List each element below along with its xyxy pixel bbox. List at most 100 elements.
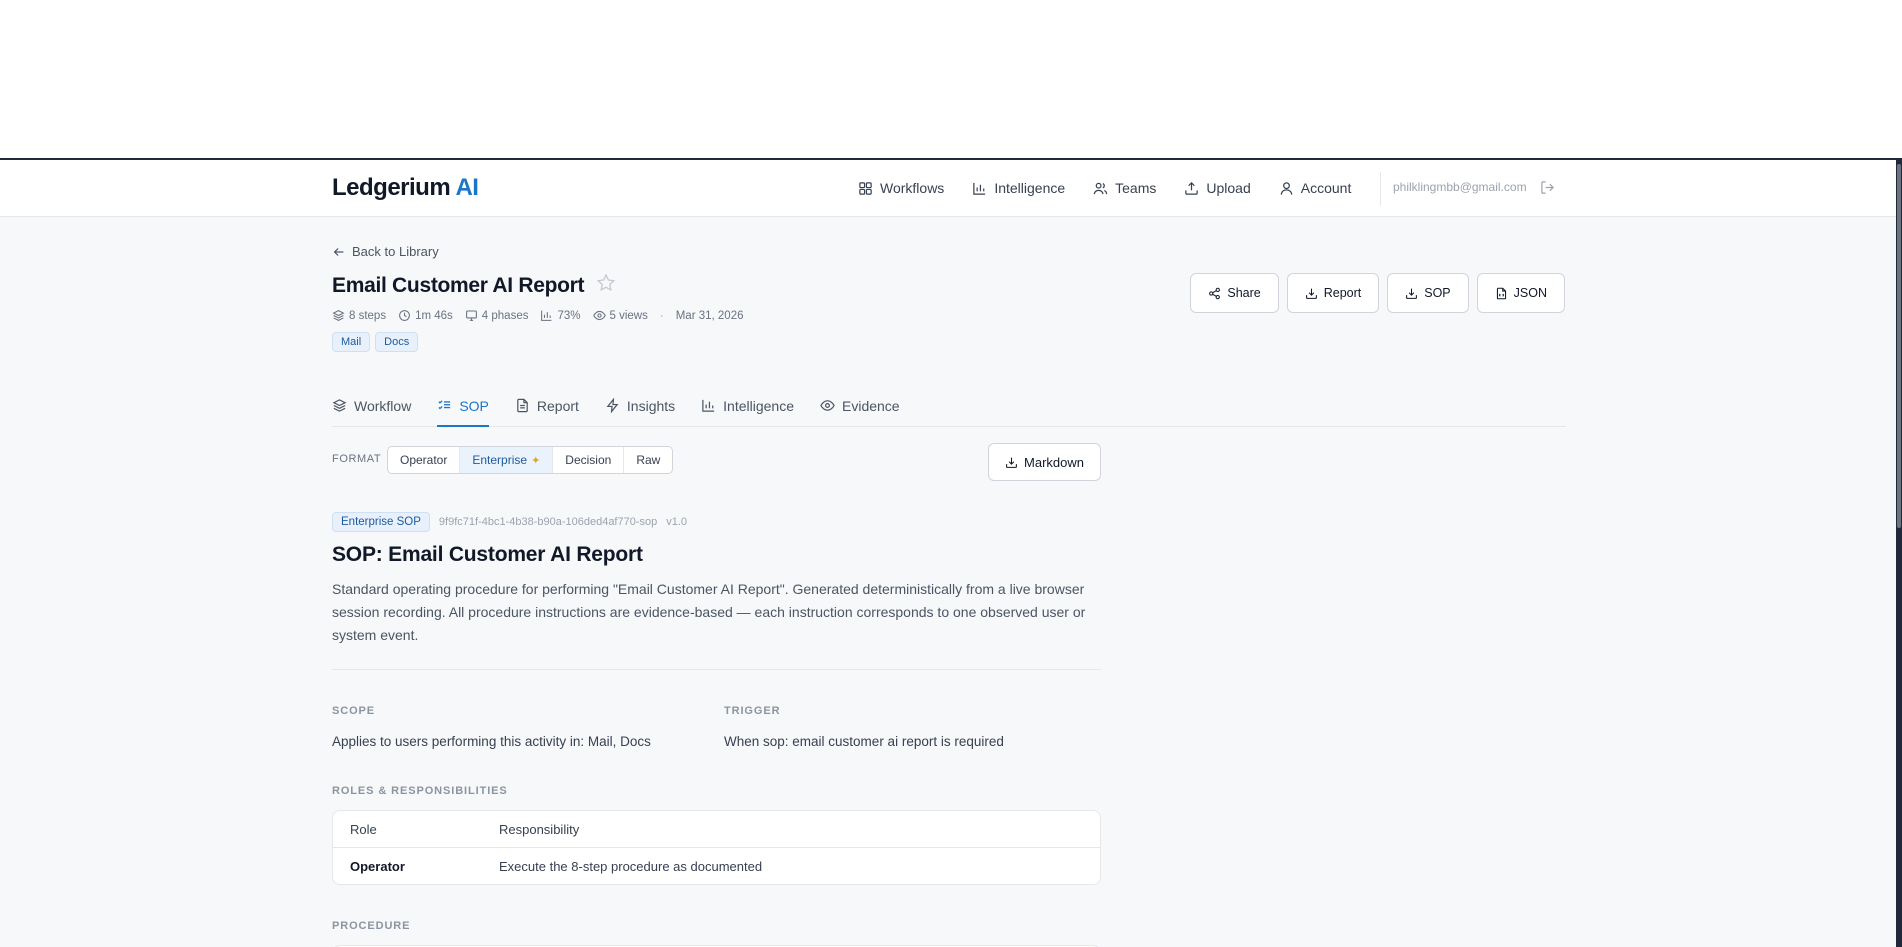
file-code-icon xyxy=(1496,287,1506,299)
sop-description: Standard operating procedure for perform… xyxy=(332,581,1086,643)
logout-button[interactable] xyxy=(1540,180,1555,200)
tab-sop[interactable]: SOP xyxy=(437,385,489,427)
meta-score: 73% xyxy=(540,309,581,322)
back-label: Back to Library xyxy=(352,244,439,259)
procedure-label: PROCEDURE xyxy=(332,920,411,932)
format-enterprise[interactable]: Enterprise ✦ xyxy=(460,447,554,473)
share-icon xyxy=(1209,287,1221,299)
workflow-meta: 8 steps 1m 46s 4 phases 73% 5 views · Ma… xyxy=(332,309,755,322)
markdown-label: Markdown xyxy=(1024,454,1084,470)
nav-teams[interactable]: Teams xyxy=(1093,180,1156,196)
download-report-button[interactable]: Report xyxy=(1286,273,1380,313)
brand-name: Ledgerium xyxy=(332,174,451,201)
eye-icon xyxy=(592,310,606,321)
format-operator[interactable]: Operator xyxy=(388,447,461,473)
nav-label: Upload xyxy=(1206,180,1251,196)
meta-views-text: 5 views xyxy=(609,309,648,322)
report-label: Report xyxy=(1323,286,1362,300)
share-button[interactable]: Share xyxy=(1190,273,1279,313)
tab-intelligence[interactable]: Intelligence xyxy=(701,385,794,426)
brand-suffix: AI xyxy=(455,174,479,201)
brand-logo[interactable]: Ledgerium AI xyxy=(332,174,479,202)
tab-label: Report xyxy=(536,397,579,414)
responsibility-cell: Execute the 8-step procedure as document… xyxy=(499,859,763,874)
monitor-icon xyxy=(465,310,477,321)
back-to-library-link[interactable]: Back to Library xyxy=(332,244,439,259)
zap-icon xyxy=(606,398,619,413)
download-sop-button[interactable]: SOP xyxy=(1387,273,1469,313)
share-label: Share xyxy=(1227,286,1261,300)
meta-phases-text: 4 phases xyxy=(481,309,529,322)
favorite-button[interactable] xyxy=(596,273,616,298)
clock-icon xyxy=(399,310,410,321)
action-buttons: Share Report SOP JSON xyxy=(1190,273,1565,313)
meta-duration-text: 1m 46s xyxy=(415,309,453,322)
nav-workflows[interactable]: Workflows xyxy=(858,180,944,196)
star-icon xyxy=(596,273,616,292)
header-role: Role xyxy=(350,821,377,837)
tab-report[interactable]: Report xyxy=(515,385,579,426)
sparkle-icon: ✦ xyxy=(531,454,541,467)
nav-label: Intelligence xyxy=(994,180,1066,196)
tab-insights[interactable]: Insights xyxy=(605,385,675,426)
tab-label: Intelligence xyxy=(723,397,794,414)
tab-label: SOP xyxy=(459,397,489,414)
eye-icon xyxy=(820,400,835,411)
format-label: FORMAT xyxy=(332,453,382,465)
download-markdown-button[interactable]: Markdown xyxy=(988,443,1101,481)
table-header-row: Role Responsibility xyxy=(333,811,1100,848)
format-raw[interactable]: Raw xyxy=(624,447,672,473)
app-window: Ledgerium AI Workflows Intelligence Team… xyxy=(0,158,1896,947)
meta-duration: 1m 46s xyxy=(398,309,453,322)
scrollbar-thumb[interactable] xyxy=(1897,164,1901,528)
meta-steps: 8 steps xyxy=(332,309,386,322)
list-check-icon xyxy=(438,400,451,410)
section-divider xyxy=(332,669,1101,670)
vertical-scrollbar[interactable] xyxy=(1896,158,1902,947)
nav-label: Teams xyxy=(1115,180,1157,196)
workflow-tags: Mail Docs xyxy=(332,332,419,352)
nav-account[interactable]: Account xyxy=(1279,180,1352,196)
trigger-label: TRIGGER xyxy=(724,705,781,717)
sop-label: SOP xyxy=(1424,286,1451,300)
sop-title: SOP: Email Customer AI Report xyxy=(332,543,643,566)
tag-mail[interactable]: Mail xyxy=(332,332,371,352)
page-title: Email Customer AI Report xyxy=(332,273,585,297)
tab-label: Evidence xyxy=(842,397,900,414)
top-header: Ledgerium AI Workflows Intelligence Team… xyxy=(0,160,1896,217)
role-cell: Operator xyxy=(350,859,405,874)
meta-separator: · xyxy=(659,309,664,322)
sop-version: v1.0 xyxy=(666,516,688,528)
blank-area xyxy=(0,0,1902,158)
nav-label: Workflows xyxy=(880,180,945,196)
file-text-icon xyxy=(517,398,528,413)
download-icon xyxy=(1406,288,1418,299)
bar-chart-icon xyxy=(702,399,715,412)
upload-icon xyxy=(1185,181,1199,195)
meta-score-text: 73% xyxy=(557,309,581,322)
layers-icon xyxy=(332,310,345,321)
nav-intelligence[interactable]: Intelligence xyxy=(972,180,1065,196)
format-decision[interactable]: Decision xyxy=(553,447,625,473)
tab-evidence[interactable]: Evidence xyxy=(820,385,900,426)
main-nav: Workflows Intelligence Teams Upload Acco… xyxy=(858,160,1379,216)
tab-workflow[interactable]: Workflow xyxy=(332,385,411,426)
tag-docs[interactable]: Docs xyxy=(375,332,419,352)
user-email: philklingmbb@gmail.com xyxy=(1393,180,1527,194)
nav-label: Account xyxy=(1300,180,1352,196)
scope-text: Applies to users performing this activit… xyxy=(332,734,651,749)
grid-icon xyxy=(859,181,872,195)
sop-id: 9f9fc71f-4bc1-4b38-b90a-106ded4af770-sop xyxy=(438,516,658,528)
bar-chart-icon xyxy=(541,310,552,321)
json-label: JSON xyxy=(1513,286,1547,300)
trigger-text: When sop: email customer ai report is re… xyxy=(724,734,1004,749)
format-selector: Operator Enterprise ✦ Decision Raw xyxy=(387,446,674,474)
tab-label: Insights xyxy=(626,397,676,414)
nav-divider xyxy=(1380,172,1381,206)
meta-steps-text: 8 steps xyxy=(349,309,387,322)
arrow-left-icon xyxy=(333,247,344,256)
download-json-button[interactable]: JSON xyxy=(1476,273,1565,313)
nav-upload[interactable]: Upload xyxy=(1184,180,1251,196)
content-tabs: Workflow SOP Report Insights Intelligenc… xyxy=(332,385,1566,427)
download-icon xyxy=(1006,457,1017,468)
